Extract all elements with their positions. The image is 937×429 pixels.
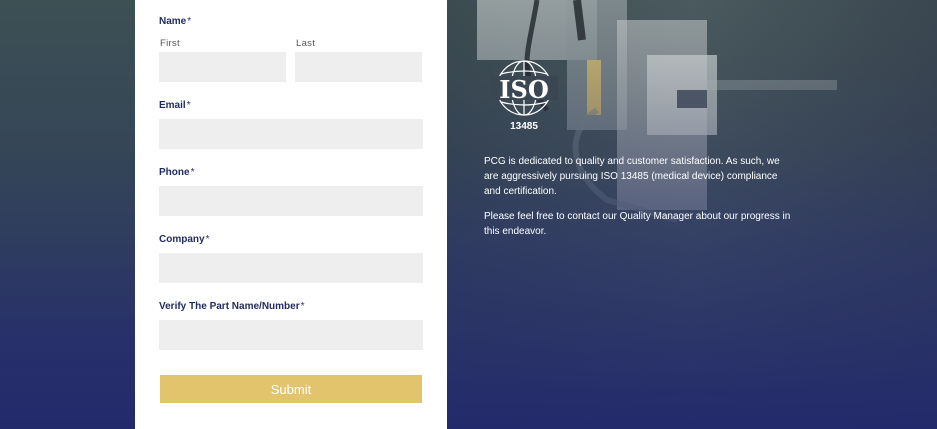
part-number-field[interactable] <box>159 320 423 350</box>
company-field[interactable] <box>159 253 423 283</box>
iso-logo-number: 13485 <box>510 121 538 130</box>
email-field[interactable] <box>159 119 423 149</box>
contact-form: Name* First Last Email* Phone* Company* … <box>135 0 447 429</box>
first-name-field[interactable] <box>159 52 286 82</box>
last-name-field[interactable] <box>295 52 422 82</box>
last-name-sublabel: Last <box>296 38 316 49</box>
email-label: Email* <box>159 100 191 111</box>
contact-quality-manager-text: Please feel free to contact our Quality … <box>484 211 791 237</box>
iso-globe-logo: ISO 13485 <box>490 60 558 130</box>
phone-label: Phone* <box>159 167 195 178</box>
company-label: Company* <box>159 234 210 245</box>
left-background <box>0 0 135 429</box>
submit-button[interactable]: Submit <box>160 375 422 403</box>
part-number-label: Verify The Part Name/Number* <box>159 301 305 312</box>
first-name-sublabel: First <box>160 38 180 49</box>
iso-logo-letters: ISO <box>499 75 548 104</box>
name-label: Name* <box>159 16 192 27</box>
phone-field[interactable] <box>159 186 423 216</box>
quality-statement: PCG is dedicated to quality and customer… <box>484 156 780 197</box>
